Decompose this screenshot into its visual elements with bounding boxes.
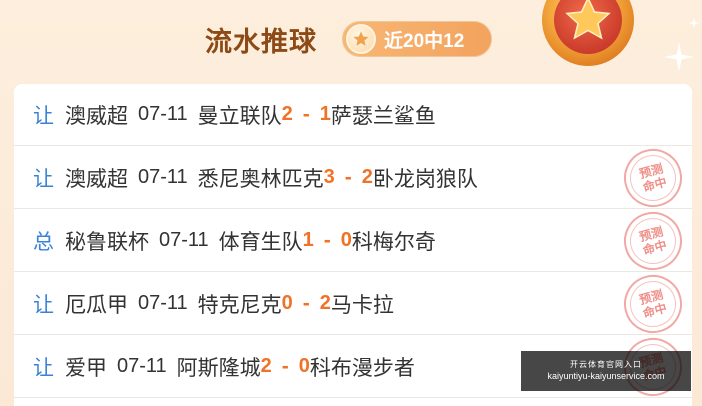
away-team: 萨瑟兰鲨鱼 xyxy=(330,103,436,128)
bet-type-tag: 让 xyxy=(33,292,54,317)
score-separator: - xyxy=(302,102,310,126)
bet-type-tag: 让 xyxy=(33,166,54,191)
match-text: 让 澳威超 07-11 悉尼奥林匹克 3 - 2 卧龙岗狼队 xyxy=(33,163,478,193)
watermark-line2: kaiyuntiyu-kaiyunservice.com xyxy=(547,371,665,381)
away-score: 0 xyxy=(340,229,352,251)
league-name: 爱甲 xyxy=(65,355,107,380)
away-team: 科布漫步者 xyxy=(309,355,415,380)
away-team: 科梅尔奇 xyxy=(351,229,436,254)
record-badge: 近20中12 xyxy=(342,21,492,57)
match-date: 07-11 xyxy=(138,166,188,188)
league-name: 澳威超 xyxy=(65,103,128,128)
home-team: 悉尼奥林匹克 xyxy=(197,166,324,191)
home-team: 特克尼克 xyxy=(197,292,282,317)
league-name: 秘鲁联杯 xyxy=(65,229,149,254)
sparkle-icon xyxy=(664,42,694,76)
watermark-line1: 开云体育官网入口 xyxy=(570,360,642,369)
page-title: 流水推球 xyxy=(205,27,317,58)
list-item[interactable]: 让 澳威超 07-11 悉尼奥林匹克 3 - 2 卧龙岗狼队 预测 命中 xyxy=(14,142,692,214)
match-text: 让 澳威超 07-11 曼立联队 2 - 1 萨瑟兰鲨鱼 xyxy=(33,100,436,130)
bet-type-tag: 让 xyxy=(33,355,54,380)
prediction-hit-stamp: 预测 命中 xyxy=(617,142,689,214)
medal-star-icon xyxy=(532,0,644,72)
home-score: 3 xyxy=(323,166,335,188)
match-date: 07-11 xyxy=(159,229,209,251)
match-text: 让 爱甲 07-11 阿斯隆城 2 - 0 科布漫步者 xyxy=(33,352,415,382)
home-score: 2 xyxy=(281,103,293,125)
score-separator: - xyxy=(344,165,352,189)
list-item[interactable]: 让 厄瓜甲 07-11 特克尼克 0 - 2 马卡拉 预测 命中 xyxy=(14,268,692,340)
prediction-hit-stamp: 预测 命中 xyxy=(617,268,689,340)
star-icon xyxy=(346,24,376,54)
home-score: 0 xyxy=(281,292,293,314)
match-date: 07-11 xyxy=(117,355,167,377)
match-date: 07-11 xyxy=(138,292,188,314)
home-score: 2 xyxy=(260,355,272,377)
record-text: 近20中12 xyxy=(384,30,465,52)
prediction-hit-stamp: 预测 命中 xyxy=(617,205,689,277)
away-team: 马卡拉 xyxy=(330,292,394,317)
bet-type-tag: 总 xyxy=(33,229,54,254)
home-score: 1 xyxy=(302,229,314,251)
league-name: 澳威超 xyxy=(65,166,128,191)
score-separator: - xyxy=(302,291,310,315)
sparkle-icon xyxy=(688,14,700,33)
match-date: 07-11 xyxy=(138,103,188,125)
home-team: 曼立联队 xyxy=(197,103,282,128)
away-team: 卧龙岗狼队 xyxy=(372,166,478,191)
away-score: 0 xyxy=(298,355,310,377)
list-item[interactable]: 总 秘鲁联杯 07-11 体育生队 1 - 0 科梅尔奇 预测 命中 xyxy=(14,205,692,277)
match-text: 总 秘鲁联杯 07-11 体育生队 1 - 0 科梅尔奇 xyxy=(33,226,436,256)
away-score: 1 xyxy=(319,103,331,125)
list-item[interactable]: 让 澳威超 07-11 曼立联队 2 - 1 萨瑟兰鲨鱼 xyxy=(14,84,692,146)
match-text: 让 厄瓜甲 07-11 特克尼克 0 - 2 马卡拉 xyxy=(33,289,394,319)
league-name: 厄瓜甲 xyxy=(65,292,128,317)
away-score: 2 xyxy=(361,166,373,188)
score-separator: - xyxy=(323,228,331,252)
away-score: 2 xyxy=(319,292,331,314)
home-team: 体育生队 xyxy=(218,229,303,254)
header: 流水推球 近20中12 xyxy=(0,0,702,82)
bet-type-tag: 让 xyxy=(33,103,54,128)
watermark: 开云体育官网入口 kaiyuntiyu-kaiyunservice.com xyxy=(521,351,691,391)
home-team: 阿斯隆城 xyxy=(176,355,261,380)
score-separator: - xyxy=(281,354,289,378)
